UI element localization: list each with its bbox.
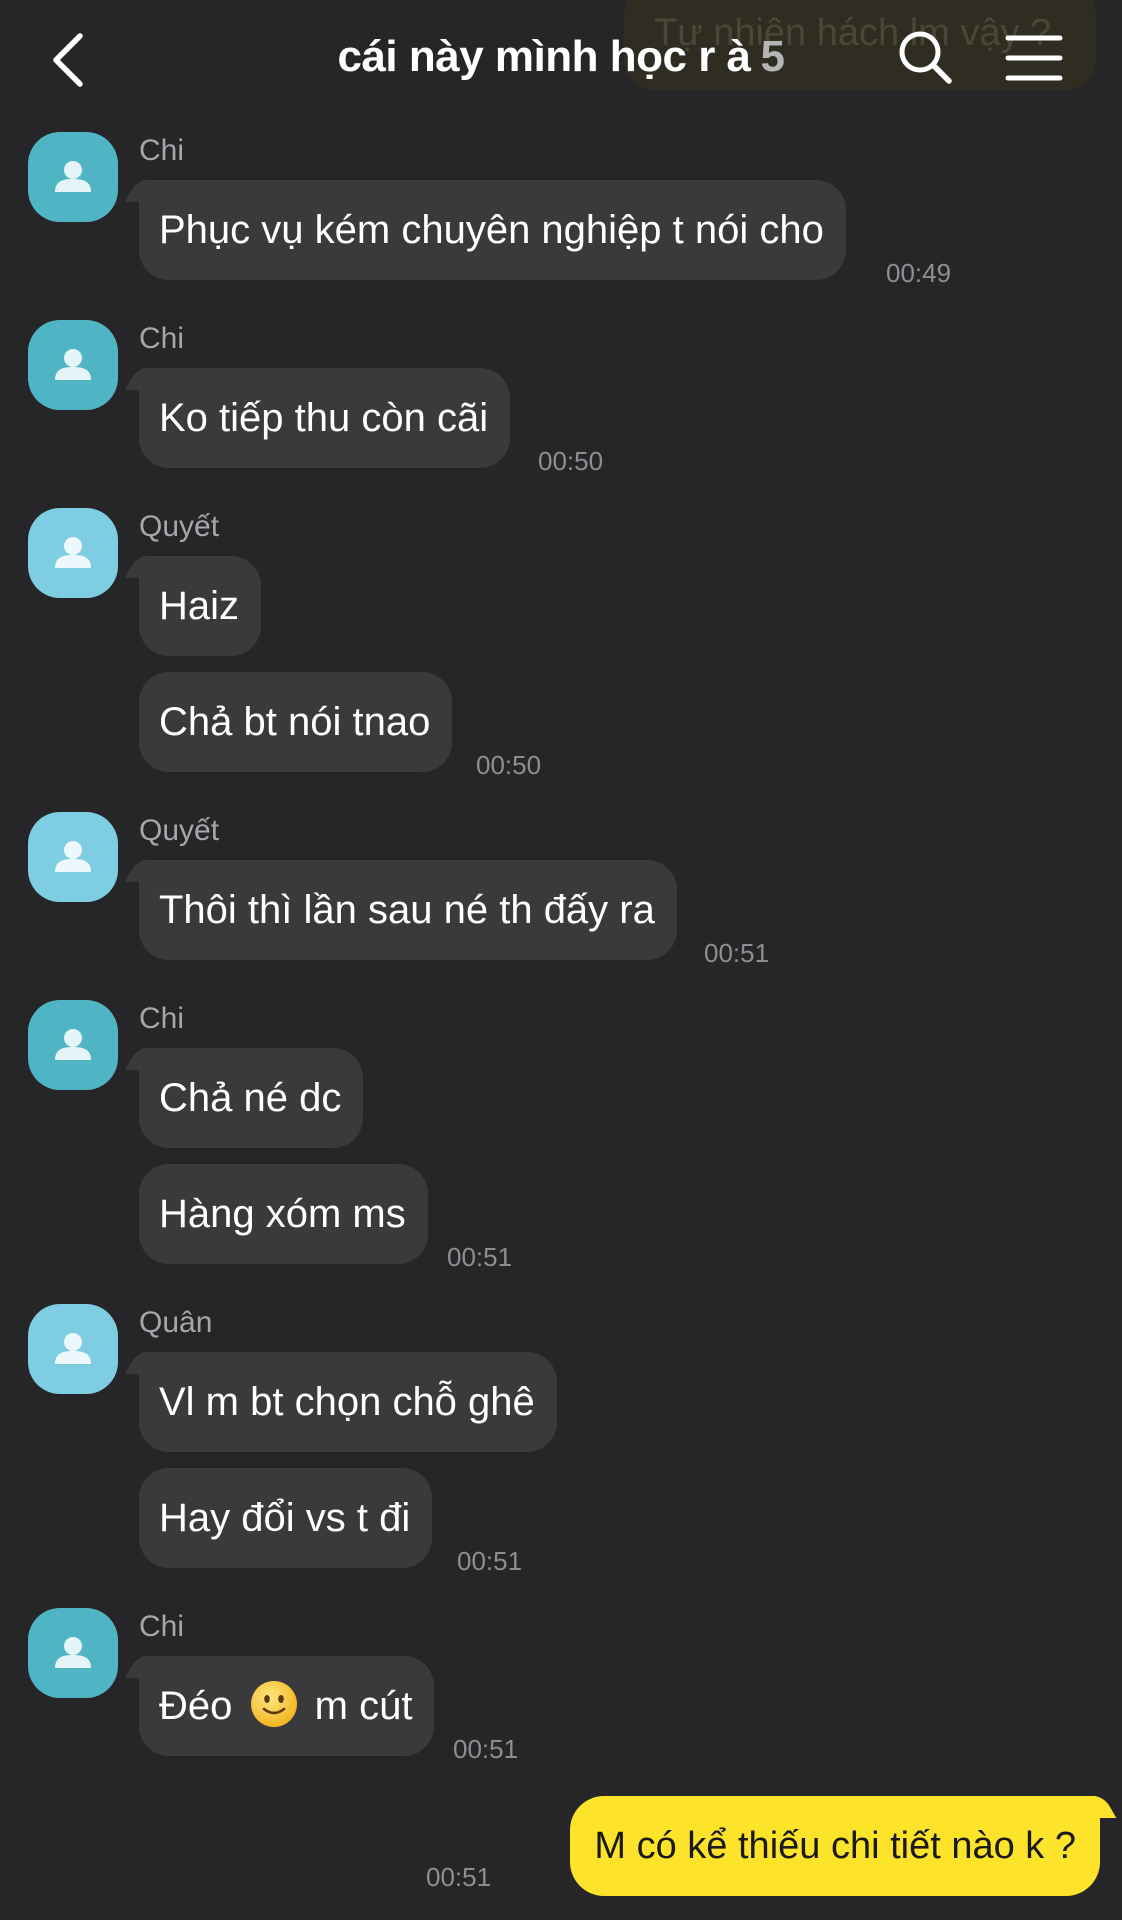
message-time: 00:51 [453,1734,519,1764]
avatar[interactable] [28,1000,118,1090]
sender-name: Chi [139,134,185,167]
message-bubble[interactable]: Ko tiếp thu còn cãi [139,368,511,468]
message-time: 00:51 [447,1242,513,1272]
avatar[interactable] [28,1608,118,1698]
sender-name: Chi [139,322,185,355]
message-bubble[interactable]: Đéo m cút [139,1656,435,1756]
search-button[interactable] [896,28,956,88]
person-icon [55,841,91,872]
message-time: 00:51 [457,1546,523,1576]
message-bubble[interactable]: Haiz [139,556,262,656]
message-bubble[interactable]: Thôi thì lần sau né th đấy ra [139,860,677,960]
sender-name: Chi [139,1002,185,1035]
outgoing-message-time: 00:51 [426,1862,492,1892]
sender-name: Quân [139,1306,213,1339]
person-icon [55,349,91,380]
outgoing-message-bubble[interactable]: M có kể thiếu chi tiết nào k ? [570,1796,1100,1896]
message-text: m cút [314,1684,413,1728]
group-name: cái này mình học r à [337,32,751,81]
message-time: 00:50 [476,750,542,780]
chat-header: Tự nhiên hách lm vậy ? cái này mình học … [0,0,1122,120]
avatar[interactable] [28,508,118,598]
person-icon [55,1637,91,1668]
person-icon [55,1029,91,1060]
sender-name: Quyết [139,814,220,847]
sender-name: Quyết [139,510,220,543]
message-time: 00:49 [886,258,952,288]
message-time: 00:50 [538,446,604,476]
avatar[interactable] [28,812,118,902]
message-bubble[interactable]: Phục vụ kém chuyên nghiệp t nói cho [139,180,846,280]
avatar[interactable] [28,320,118,410]
member-count: 5 [760,32,785,81]
person-icon [55,1333,91,1364]
menu-button[interactable] [1004,30,1064,86]
sender-name: Chi [139,1610,185,1643]
message-bubble[interactable]: Chả bt nói tnao [139,672,453,772]
avatar[interactable] [28,1304,118,1394]
message-bubble[interactable]: Hàng xóm ms [139,1164,428,1264]
message-bubble[interactable]: Chả né dc [139,1048,364,1148]
menu-icon [1005,35,1063,81]
message-time: 00:51 [704,938,770,968]
search-icon [899,31,952,84]
slightly-smiling-face-icon [250,1681,297,1728]
message-bubble[interactable]: Vl m bt chọn chỗ ghê [139,1352,557,1452]
avatar[interactable] [28,132,118,222]
person-icon [55,161,91,192]
message-text: Đéo [159,1684,233,1728]
person-icon [55,537,91,568]
message-bubble[interactable]: Hay đổi vs t đi [139,1468,433,1568]
